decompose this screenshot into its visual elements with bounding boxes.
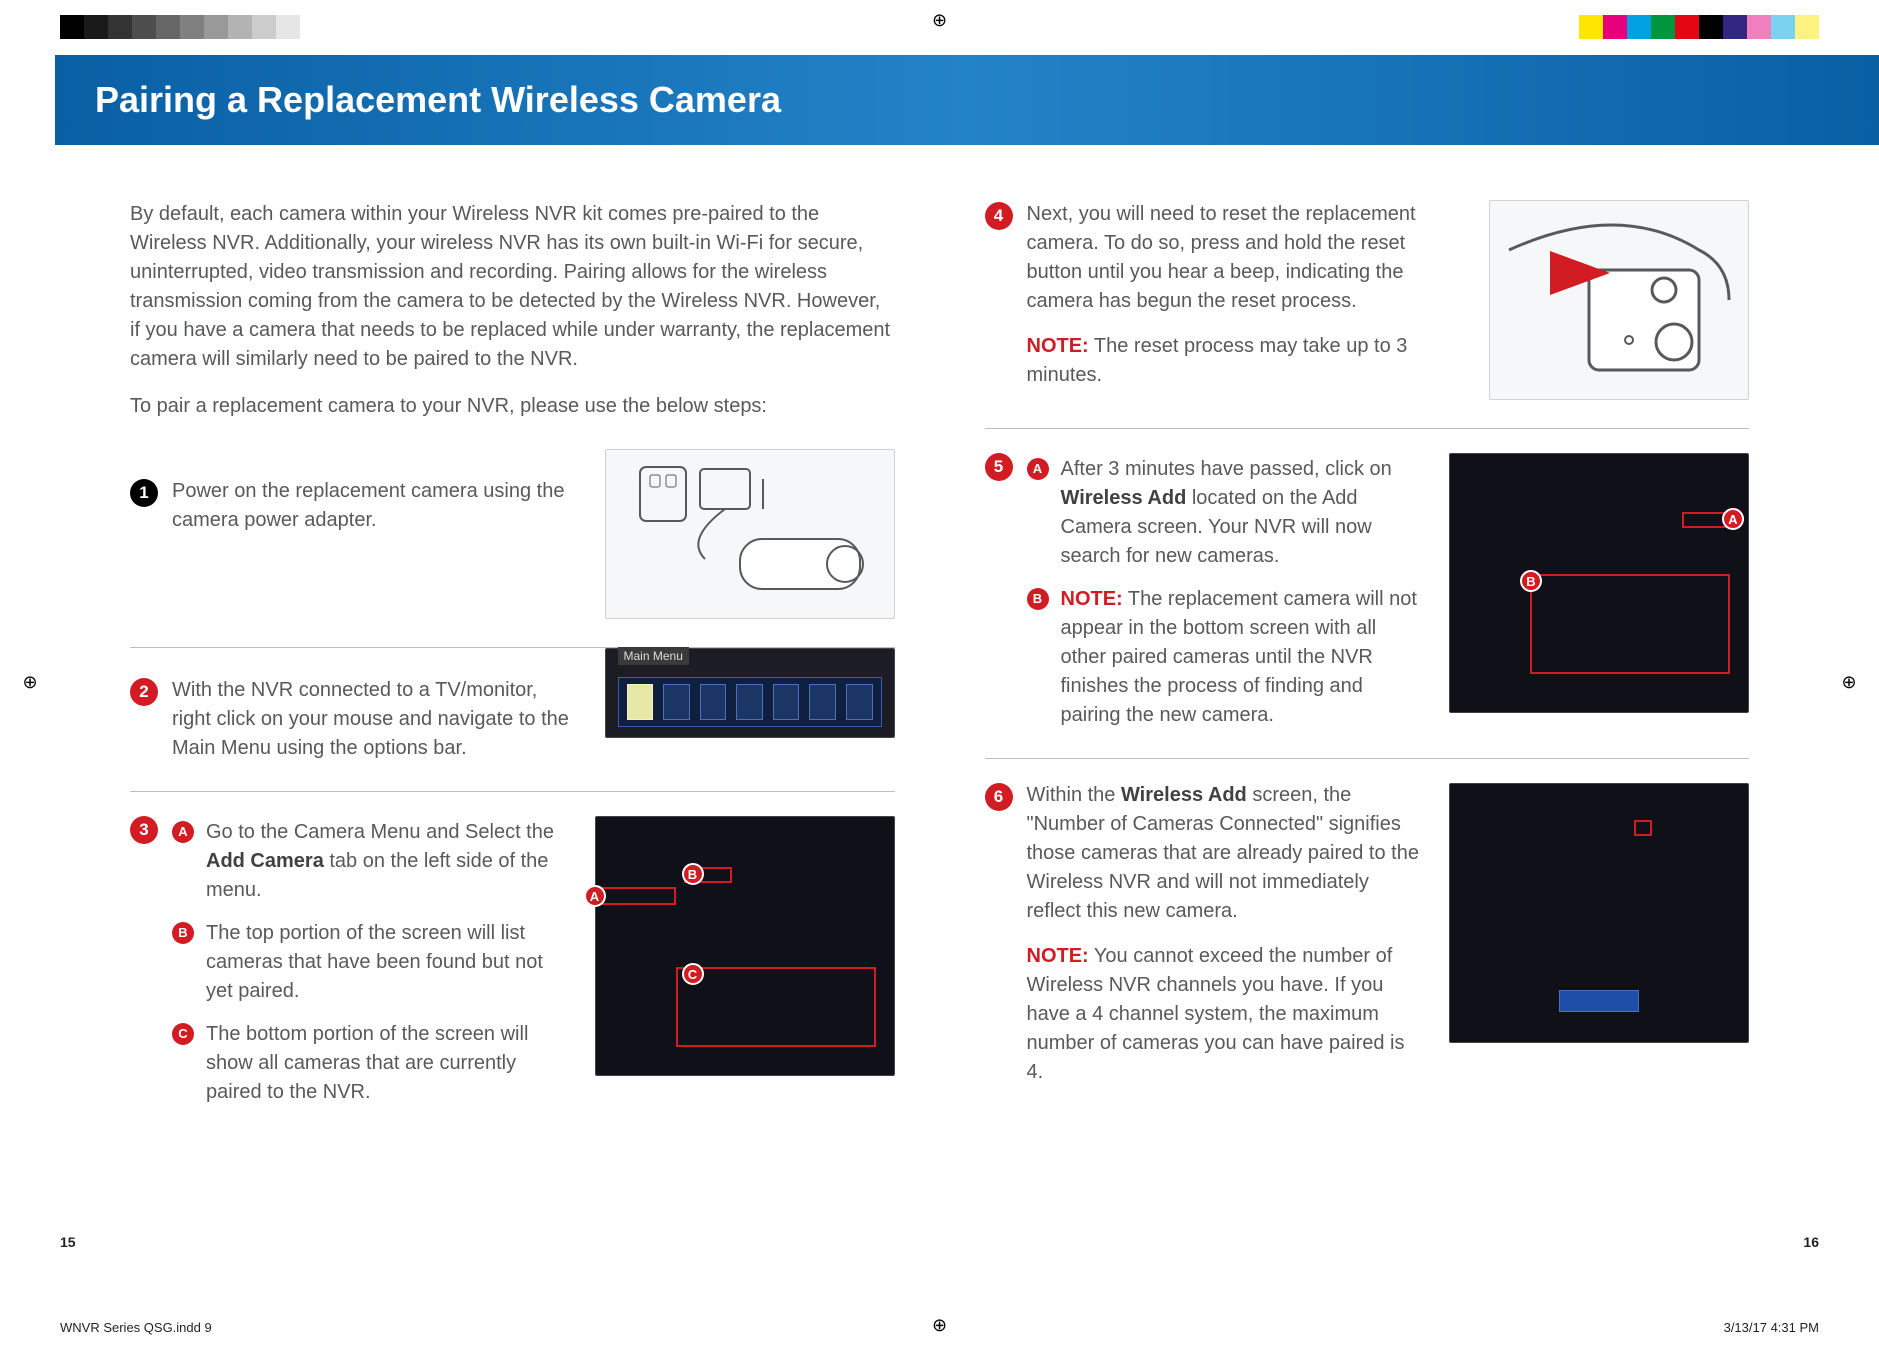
step-5b-text: NOTE: The replacement camera will not ap…	[1061, 585, 1424, 730]
step-2-text: With the NVR connected to a TV/monitor, …	[172, 676, 579, 763]
step-4-text: Next, you will need to reset the replace…	[1027, 203, 1416, 312]
menu-item-icon	[846, 684, 873, 720]
menu-item-icon	[736, 684, 763, 720]
camera-power-illustration	[605, 449, 895, 619]
menu-home-icon	[627, 684, 654, 720]
step-badge-1: 1	[130, 479, 158, 507]
page-title-band: Pairing a Replacement Wireless Camera	[55, 55, 1879, 145]
wireless-add-screenshot: A B	[1449, 453, 1749, 713]
camera-reset-icon	[1499, 210, 1739, 390]
sub-badge-b: B	[1027, 588, 1049, 610]
step-badge-5: 5	[985, 453, 1013, 481]
menu-item-icon	[700, 684, 727, 720]
step-3b-text: The top portion of the screen will list …	[206, 919, 569, 1006]
note-label: NOTE:	[1027, 335, 1089, 357]
camera-line-art-icon	[620, 459, 880, 609]
menu-item-icon	[809, 684, 836, 720]
callout-b-icon: B	[682, 863, 704, 885]
right-column: 4 Next, you will need to reset the repla…	[985, 200, 1750, 1205]
step-badge-2: 2	[130, 678, 158, 706]
step-6: 6 Within the Wireless Add screen, the "N…	[985, 759, 1424, 1087]
sub-badge-c: C	[172, 1023, 194, 1045]
step-badge-3: 3	[130, 816, 158, 844]
main-menu-screenshot: Main Menu	[605, 648, 895, 738]
registration-mark-icon: ⊕	[930, 1315, 950, 1335]
step-1: 1 Power on the replacement camera using …	[130, 449, 579, 535]
intro-paragraph: By default, each camera within your Wire…	[130, 200, 895, 374]
step-badge-4: 4	[985, 202, 1013, 230]
page-number-right: 16	[1803, 1234, 1819, 1250]
callout-c-icon: C	[682, 963, 704, 985]
note-label: NOTE:	[1027, 945, 1089, 967]
left-column: By default, each camera within your Wire…	[130, 200, 895, 1205]
step-6-text: Within the Wireless Add screen, the "Num…	[1027, 784, 1419, 922]
registration-mark-icon: ⊕	[1839, 673, 1859, 693]
step-badge-6: 6	[985, 783, 1013, 811]
step-5a-text: After 3 minutes have passed, click on Wi…	[1061, 455, 1424, 571]
step-5: 5 A After 3 minutes have passed, click o…	[985, 429, 1424, 730]
callout-a-icon: A	[1722, 508, 1744, 530]
step-3c-text: The bottom portion of the screen will sh…	[206, 1020, 569, 1107]
intro-subtext: To pair a replacement camera to your NVR…	[130, 392, 895, 421]
sub-badge-a: A	[172, 821, 194, 843]
indesign-timestamp: 3/13/17 4:31 PM	[1724, 1320, 1819, 1335]
exit-button-icon	[1559, 990, 1639, 1012]
step-3: 3 A Go to the Camera Menu and Select the…	[130, 792, 569, 1107]
callout-b-icon: B	[1520, 570, 1542, 592]
page-number-left: 15	[60, 1234, 76, 1250]
step-3a-text: Go to the Camera Menu and Select the Add…	[206, 818, 569, 905]
reset-arrow-icon	[1550, 251, 1610, 295]
main-menu-label: Main Menu	[618, 647, 689, 665]
step-4: 4 Next, you will need to reset the repla…	[985, 200, 1464, 390]
camera-reset-illustration	[1489, 200, 1749, 400]
step-1-text: Power on the replacement camera using th…	[172, 477, 579, 535]
registration-mark-icon: ⊕	[930, 10, 950, 30]
pairing-wifi-screenshot	[1449, 783, 1749, 1043]
sub-badge-a: A	[1027, 458, 1049, 480]
step-2: 2 With the NVR connected to a TV/monitor…	[130, 648, 579, 763]
indesign-slug: WNVR Series QSG.indd 9	[60, 1320, 212, 1335]
page-title: Pairing a Replacement Wireless Camera	[95, 79, 781, 121]
add-camera-screenshot: A B C	[595, 816, 895, 1076]
sub-badge-b: B	[172, 922, 194, 944]
menu-item-icon	[773, 684, 800, 720]
callout-a-icon: A	[584, 885, 606, 907]
menu-item-icon	[663, 684, 690, 720]
registration-mark-icon: ⊕	[20, 673, 40, 693]
